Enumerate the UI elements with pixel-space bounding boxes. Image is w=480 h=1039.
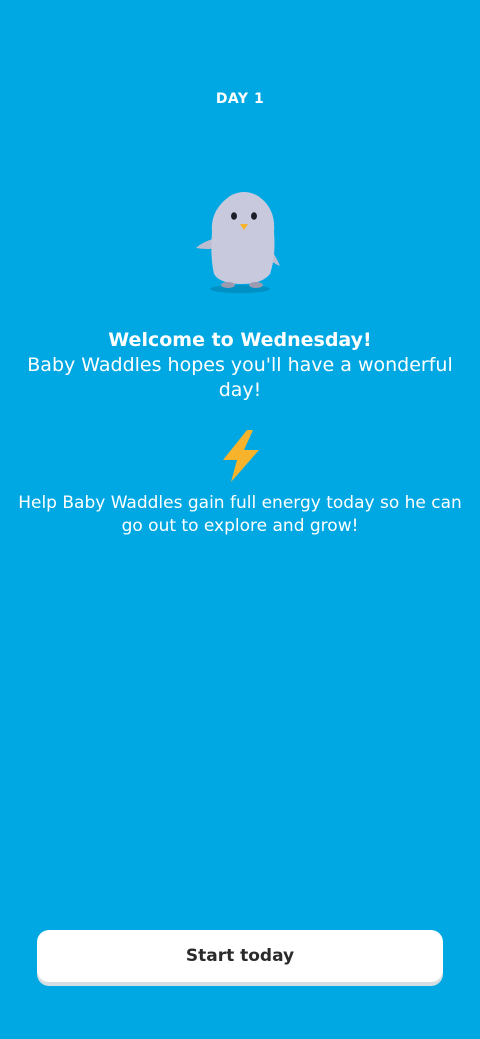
start-today-button[interactable]: Start today bbox=[37, 930, 443, 982]
penguin-mascot-icon bbox=[196, 192, 280, 293]
welcome-block: Welcome to Wednesday! Baby Waddles hopes… bbox=[20, 328, 460, 403]
lightning-bolt-icon bbox=[223, 430, 259, 482]
day-label: DAY 1 bbox=[215, 91, 265, 107]
energy-description: Help Baby Waddles gain full energy today… bbox=[18, 493, 462, 536]
welcome-subtitle: Baby Waddles hopes you'll have a wonderf… bbox=[27, 354, 453, 401]
welcome-title: Welcome to Wednesday! bbox=[108, 329, 372, 351]
